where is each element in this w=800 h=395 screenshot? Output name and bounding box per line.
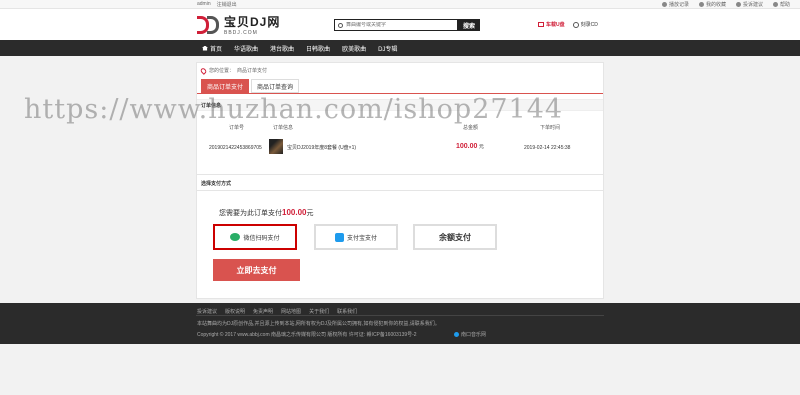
alipay-icon: [334, 232, 344, 242]
col-time: 下单时间: [540, 125, 561, 131]
location-pin-icon: [199, 66, 208, 75]
amount-unit: 元: [478, 144, 484, 150]
table-row: 20190214224538697​05 宝贝DJ2019年度8套餐 (U盘×1…: [197, 139, 603, 159]
footer-link-contact[interactable]: 联系我们: [337, 308, 357, 315]
tab-order-query[interactable]: 商品订单查询: [251, 79, 300, 93]
feedback-link[interactable]: 投诉建议: [735, 1, 763, 8]
site-logo[interactable]: 宝贝DJ网 BBDJ.COM: [197, 13, 280, 36]
balance-pay-option[interactable]: 余额支付: [413, 224, 497, 250]
footer-divider: [196, 315, 604, 316]
payment-panel: 您的位置： 商品订单支付 商品订单支付 商品订单查询 订单信息 订单号 订单信息…: [196, 62, 604, 299]
nav-hk-tw[interactable]: 港台歌曲: [264, 44, 300, 53]
order-amount: 100.00: [456, 143, 478, 150]
footer-link-sitemap[interactable]: 网站地图: [281, 308, 301, 315]
car-u-link[interactable]: 车载U盘: [538, 21, 565, 28]
footer-link-disclaimer[interactable]: 免责声明: [253, 308, 273, 315]
col-amount: 总金额: [463, 125, 479, 131]
wechat-icon: [230, 233, 241, 241]
logo-subtitle: BBDJ.COM: [224, 30, 258, 36]
site-footer: 投诉建议 版权说明 免责声明 网站地图 关于我们 联系我们 本站舞曲均为DJ原创…: [0, 303, 800, 344]
favorites-link[interactable]: 我的收藏: [698, 1, 726, 8]
home-icon: [202, 45, 208, 51]
nav-home[interactable]: 首页: [196, 44, 228, 53]
logo-title: 宝贝DJ网: [224, 15, 281, 29]
order-number: 20190214224538697​05: [209, 145, 262, 151]
heart-icon: [698, 2, 704, 7]
feedback-icon: [735, 2, 741, 7]
nav-dj-album[interactable]: DJ专辑: [372, 44, 403, 53]
logo-mark-icon: [197, 14, 221, 36]
header-shortcuts: 车载U盘 刻录CD: [538, 21, 598, 28]
footer-links: 投诉建议 版权说明 免责声明 网站地图 关于我们 联系我们: [197, 308, 357, 315]
tab-order-payment[interactable]: 商品订单支付: [201, 79, 250, 93]
footer-notice: 本站舞曲均为DJ原创作品,并且源上传到本站,网所有权为DJ及所属公司拥有,如有侵…: [197, 321, 440, 327]
amount-due-value: 100.00: [282, 208, 307, 217]
site-header: 宝贝DJ网 BBDJ.COM 搜索 车载U盘 刻录CD: [0, 9, 800, 40]
order-info-text[interactable]: 宝贝DJ2019年度8套餐 (U盘×1): [287, 144, 356, 151]
main-nav: 首页 华语歌曲 港台歌曲 日韩歌曲 欧美歌曲 DJ专辑: [0, 40, 800, 56]
search-icon: [338, 22, 343, 28]
alipay-option[interactable]: 支付宝支付: [314, 224, 398, 250]
wechat-pay-option[interactable]: 微信扫码支付: [213, 224, 297, 250]
product-thumbnail[interactable]: [269, 139, 283, 154]
divider: [197, 190, 603, 191]
order-info-header: 订单信息: [197, 99, 603, 111]
breadcrumb-prefix: 您的位置：: [209, 68, 235, 74]
pay-now-button[interactable]: 立即去支付: [213, 259, 300, 281]
usb-icon: [538, 22, 544, 28]
cd-icon: [572, 21, 579, 28]
search-box: [334, 19, 458, 31]
search-button[interactable]: 搜索: [458, 19, 480, 31]
logout-link[interactable]: 注销退出: [217, 1, 237, 8]
breadcrumb-current[interactable]: 商品订单支付: [237, 67, 267, 74]
top-bar: admin 注销退出 播放记录 我的收藏 投诉建议 帮助: [0, 0, 800, 9]
footer-link-about[interactable]: 关于我们: [309, 308, 329, 315]
nav-jp-kr[interactable]: 日韩歌曲: [300, 44, 336, 53]
footer-link-feedback[interactable]: 投诉建议: [197, 308, 217, 315]
order-time: 2019-02-14 22:45:38: [524, 145, 571, 151]
top-links: 播放记录 我的收藏 投诉建议 帮助: [661, 1, 790, 8]
search-input[interactable]: [346, 22, 446, 28]
page-bottom: [0, 344, 800, 395]
breadcrumb: 您的位置： 商品订单支付: [199, 66, 267, 75]
user-area: admin 注销退出: [197, 1, 237, 8]
amount-due: 您需要为此订单支付100.00元: [219, 208, 314, 217]
play-history-link[interactable]: 播放记录: [661, 1, 689, 8]
nav-chinese[interactable]: 华语歌曲: [228, 44, 264, 53]
footer-copyright: Copyright © 2017 www.abbj.com 南昌璃之乐传媒有限公…: [197, 332, 417, 338]
order-tabs: 商品订单支付 商品订单查询: [201, 79, 300, 93]
col-order-no: 订单号: [229, 125, 245, 131]
user-name[interactable]: admin: [197, 1, 211, 8]
payment-method-header: 选择支付方式: [201, 181, 232, 187]
nav-western[interactable]: 欧美歌曲: [336, 44, 372, 53]
burn-cd-link[interactable]: 刻录CD: [572, 21, 598, 28]
help-icon: [772, 2, 778, 7]
order-columns: 订单号 订单信息 总金额 下单时间: [197, 124, 603, 132]
footer-badge[interactable]: 南口音乐网: [454, 331, 486, 338]
divider: [197, 174, 603, 175]
footer-link-copyright[interactable]: 版权说明: [225, 308, 245, 315]
col-order-info: 订单信息: [273, 125, 294, 131]
search-bar: 搜索: [334, 19, 480, 31]
clock-icon: [661, 2, 667, 7]
help-link[interactable]: 帮助: [772, 1, 790, 8]
tab-underline: [197, 93, 603, 94]
badge-icon: [454, 332, 459, 337]
